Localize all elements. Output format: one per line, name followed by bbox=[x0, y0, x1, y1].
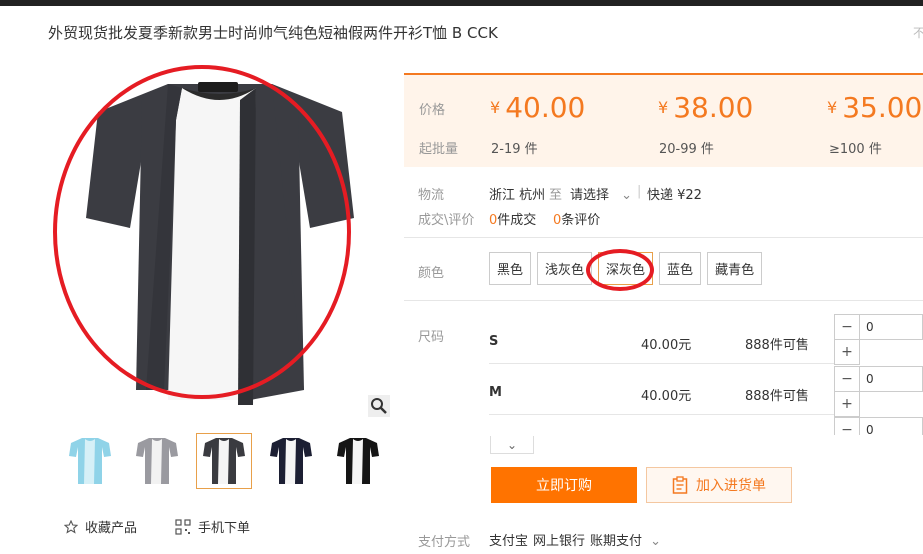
expand-sizes-button[interactable]: ⌄ bbox=[490, 436, 534, 454]
favorite-product-link[interactable]: 收藏产品 bbox=[64, 517, 137, 536]
payment-credit-term[interactable]: 账期支付 ⌄ bbox=[590, 530, 661, 549]
reviews-label: 成交\评价 bbox=[418, 213, 475, 228]
corner-text: 不 bbox=[913, 26, 923, 40]
range-tier-2: 20-99 件 bbox=[659, 142, 714, 157]
price-label: 价格 bbox=[419, 103, 446, 118]
thumbnail-dark-gray[interactable] bbox=[196, 433, 252, 489]
tshirt-thumbnail bbox=[203, 438, 245, 484]
zoom-icon[interactable] bbox=[368, 395, 390, 417]
color-option[interactable]: 浅灰色 bbox=[537, 252, 593, 285]
color-label: 颜色 bbox=[418, 266, 445, 281]
payment-alipay: 支付宝 bbox=[489, 534, 529, 549]
tshirt-thumbnail bbox=[69, 438, 111, 484]
size-label: 尺码 bbox=[418, 330, 445, 345]
shipping-fee: 快递 ¥22 bbox=[647, 188, 702, 203]
main-product-image[interactable] bbox=[50, 60, 390, 415]
quantity-input[interactable]: 0 bbox=[859, 366, 923, 392]
tshirt-thumbnail bbox=[136, 438, 178, 484]
color-option[interactable]: 蓝色 bbox=[659, 252, 702, 285]
payment-online-bank: 网上银行 bbox=[533, 534, 586, 549]
color-option[interactable]: 黑色 bbox=[489, 252, 532, 285]
quantity-input[interactable]: 0 bbox=[859, 417, 923, 435]
selected-color-highlight bbox=[586, 249, 654, 291]
deals-count-link[interactable]: 0件成交 bbox=[489, 209, 536, 228]
section-divider bbox=[404, 300, 923, 301]
product-title: 外贸现货批发夏季新款男士时尚帅气纯色短袖假两件开衫T恤 B CCK bbox=[48, 24, 498, 42]
decrement-button[interactable]: − bbox=[834, 366, 860, 392]
tshirt-illustration bbox=[53, 65, 354, 405]
add-to-purchase-list-button[interactable]: 加入进货单 bbox=[646, 467, 792, 503]
add-to-list-label: 加入进货单 bbox=[696, 478, 766, 494]
thumbnail-strip bbox=[62, 433, 397, 489]
price-tier-1: ¥40.00 bbox=[490, 91, 586, 124]
clipboard-icon bbox=[672, 476, 688, 494]
logistics-separator: | bbox=[637, 184, 642, 199]
thumbnail-navy[interactable] bbox=[263, 433, 319, 489]
destination-label: 请选择 bbox=[570, 188, 610, 203]
review-count-link[interactable]: 0条评价 bbox=[553, 209, 600, 228]
logistics-label: 物流 bbox=[418, 188, 445, 203]
chevron-down-icon: ⌄ bbox=[621, 188, 633, 203]
thumbnail-light-blue[interactable] bbox=[62, 433, 118, 489]
decrement-button[interactable]: − bbox=[834, 417, 860, 435]
qr-code-icon bbox=[175, 518, 191, 535]
increment-button[interactable]: + bbox=[834, 391, 860, 417]
destination-select[interactable]: 请选择 ⌄ bbox=[570, 184, 632, 203]
size-stock: 888件可售 bbox=[745, 338, 809, 353]
decrement-button[interactable]: − bbox=[834, 314, 860, 340]
size-price: 40.00元 bbox=[641, 338, 692, 353]
thumbnail-light-gray[interactable] bbox=[129, 433, 185, 489]
size-name: M bbox=[489, 385, 502, 400]
range-tier-3: ≥100 件 bbox=[829, 142, 882, 157]
quantity-stepper-partial: − 0 bbox=[834, 417, 923, 435]
favorite-label: 收藏产品 bbox=[85, 521, 138, 536]
chevron-down-icon: ⌄ bbox=[650, 534, 662, 549]
size-price: 40.00元 bbox=[641, 389, 692, 404]
logistics-to: 至 bbox=[549, 188, 563, 203]
increment-button[interactable]: + bbox=[834, 339, 860, 365]
price-tier-3: ¥35.00 bbox=[827, 91, 923, 124]
size-row-m: M 40.00元 888件可售 bbox=[489, 365, 834, 415]
section-divider bbox=[404, 237, 923, 238]
price-panel: 价格 起批量 ¥40.00 ¥38.00 ¥35.00 2-19 件 20-99… bbox=[404, 73, 923, 167]
price-tier-2: ¥38.00 bbox=[658, 91, 754, 124]
moq-label: 起批量 bbox=[419, 142, 459, 157]
quantity-input[interactable]: 0 bbox=[859, 314, 923, 340]
thumbnail-black[interactable] bbox=[330, 433, 386, 489]
tshirt-thumbnail bbox=[270, 438, 312, 484]
mobile-order-label: 手机下单 bbox=[198, 521, 251, 536]
star-icon bbox=[64, 519, 78, 534]
color-option[interactable]: 藏青色 bbox=[707, 252, 763, 285]
size-stock: 888件可售 bbox=[745, 389, 809, 404]
chevron-down-icon: ⌄ bbox=[506, 437, 518, 452]
size-name: S bbox=[489, 334, 499, 349]
mobile-order-link[interactable]: 手机下单 bbox=[175, 517, 250, 536]
size-row-s: S 40.00元 888件可售 bbox=[489, 314, 834, 364]
buy-now-button[interactable]: 立即订购 bbox=[491, 467, 637, 503]
payment-label: 支付方式 bbox=[418, 535, 471, 550]
range-tier-1: 2-19 件 bbox=[491, 142, 538, 157]
tshirt-thumbnail bbox=[337, 438, 379, 484]
logistics-origin: 浙江 杭州 bbox=[489, 188, 546, 203]
top-bar bbox=[0, 0, 923, 6]
